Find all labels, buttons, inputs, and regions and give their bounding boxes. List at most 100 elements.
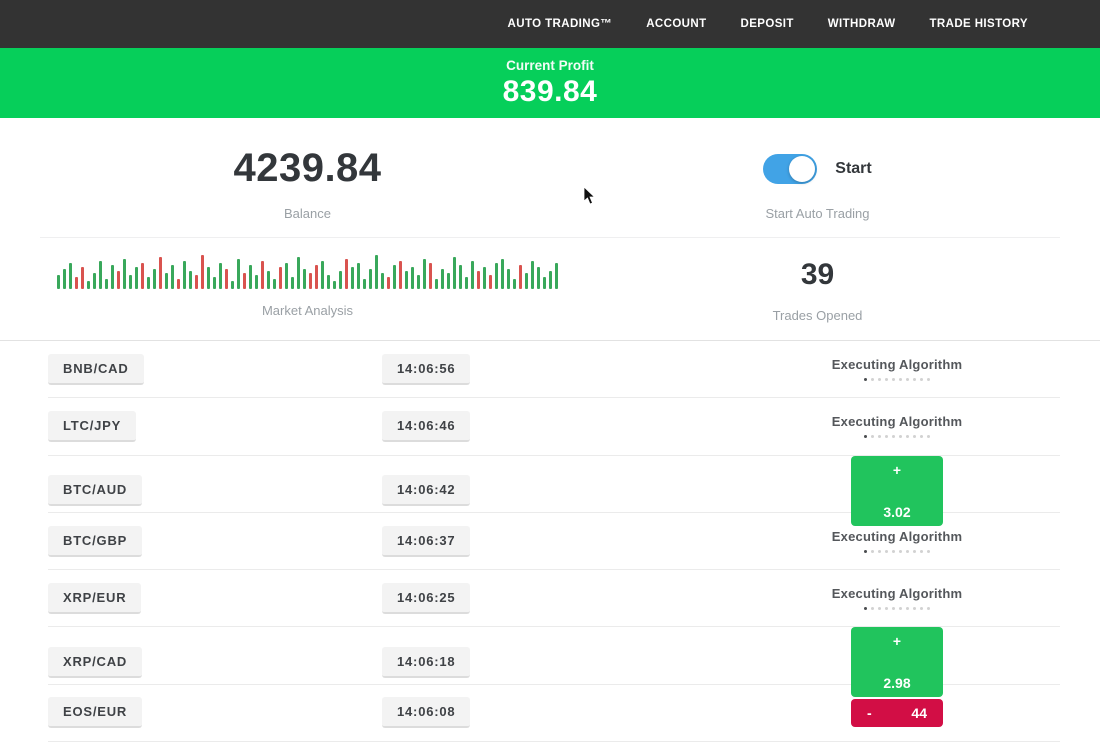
nav-item-account[interactable]: ACCOUNT [646, 18, 706, 30]
green-bar [393, 265, 396, 289]
progress-dot [892, 435, 895, 438]
progress-dot [871, 435, 874, 438]
nav-item-auto-trading[interactable]: AUTO TRADING™ [508, 18, 613, 30]
time-badge: 14:06:08 [382, 697, 470, 728]
trade-row: XRP/EUR14:06:25Executing Algorithm [48, 570, 1060, 627]
green-bar [423, 259, 426, 289]
green-bar [555, 263, 558, 289]
progress-dot [920, 435, 923, 438]
red-bar [519, 265, 522, 289]
progress-dot [927, 378, 930, 381]
red-bar [117, 271, 120, 289]
progress-dot [871, 378, 874, 381]
progress-dot [864, 607, 867, 610]
green-bar [219, 263, 222, 289]
red-bar [429, 263, 432, 289]
green-bar [507, 269, 510, 289]
progress-dot [906, 550, 909, 553]
green-bar [321, 261, 324, 289]
balance-value: 4239.84 [40, 148, 575, 188]
red-bar [309, 273, 312, 289]
nav-item-deposit[interactable]: DEPOSIT [741, 18, 794, 30]
green-bar [483, 267, 486, 289]
red-bar [387, 277, 390, 289]
trades-opened-label: Trades Opened [575, 308, 1060, 323]
green-bar [213, 277, 216, 289]
result-sign: - [867, 705, 872, 721]
green-bar [147, 277, 150, 289]
green-bar [123, 259, 126, 289]
pair-badge: EOS/EUR [48, 697, 142, 728]
red-bar [141, 263, 144, 289]
green-bar [69, 263, 72, 289]
progress-dot [899, 607, 902, 610]
red-bar [225, 269, 228, 289]
balance-stat: 4239.84 Balance [40, 148, 575, 237]
time-badge: 14:06:56 [382, 354, 470, 385]
nav-item-withdraw[interactable]: WITHDRAW [828, 18, 896, 30]
red-bar [399, 261, 402, 289]
green-bar [543, 277, 546, 289]
progress-dot [885, 607, 888, 610]
progress-dot [906, 607, 909, 610]
progress-dot [871, 550, 874, 553]
green-bar [549, 271, 552, 289]
red-bar [489, 275, 492, 289]
pair-badge: XRP/EUR [48, 583, 141, 614]
progress-dot [913, 607, 916, 610]
toggle-start-label: Start [835, 160, 871, 178]
red-bar [279, 267, 282, 289]
time-badge: 14:06:37 [382, 526, 470, 557]
green-bar [525, 273, 528, 289]
red-bar [75, 277, 78, 289]
green-bar [465, 277, 468, 289]
red-bar [195, 275, 198, 289]
auto-trading-control: Start Start Auto Trading [575, 148, 1060, 237]
green-bar [339, 271, 342, 289]
progress-dot [913, 550, 916, 553]
green-bar [351, 267, 354, 289]
progress-dots [832, 607, 962, 610]
progress-dot [864, 550, 867, 553]
green-bar [369, 269, 372, 289]
current-profit-label: Current Profit [0, 58, 1100, 73]
green-bar [417, 275, 420, 289]
trade-row: LTC/JPY14:06:46Executing Algorithm [48, 398, 1060, 455]
progress-dots [832, 378, 962, 381]
executing-algorithm-label: Executing Algorithm [832, 586, 962, 601]
progress-dot [927, 435, 930, 438]
trades-opened-stat: 39 Trades Opened [575, 253, 1060, 340]
progress-dot [871, 607, 874, 610]
progress-dot [906, 378, 909, 381]
progress-dot [927, 607, 930, 610]
market-analysis-chart [40, 253, 575, 289]
nav-item-trade-history[interactable]: TRADE HISTORY [930, 18, 1029, 30]
current-profit-value: 839.84 [0, 75, 1100, 109]
result-sign: + [893, 462, 901, 478]
progress-dot [906, 435, 909, 438]
green-bar [537, 267, 540, 289]
start-auto-trading-toggle[interactable] [763, 154, 817, 184]
red-bar [81, 267, 84, 289]
green-bar [531, 261, 534, 289]
progress-dot [892, 607, 895, 610]
green-bar [333, 281, 336, 289]
progress-dot [899, 378, 902, 381]
profit-badge: +3.02 [851, 456, 943, 526]
progress-dot [913, 378, 916, 381]
green-bar [513, 279, 516, 289]
progress-dot [920, 550, 923, 553]
green-bar [285, 263, 288, 289]
green-bar [297, 257, 300, 289]
trade-row: BTC/AUD14:06:42+3.02 [48, 456, 1060, 513]
start-auto-trading-label: Start Auto Trading [575, 206, 1060, 221]
green-bar [273, 279, 276, 289]
red-bar [243, 273, 246, 289]
green-bar [291, 277, 294, 289]
green-bar [249, 265, 252, 289]
progress-dot [927, 550, 930, 553]
green-bar [381, 273, 384, 289]
progress-dot [920, 378, 923, 381]
executing-algorithm-label: Executing Algorithm [832, 357, 962, 372]
green-bar [411, 267, 414, 289]
